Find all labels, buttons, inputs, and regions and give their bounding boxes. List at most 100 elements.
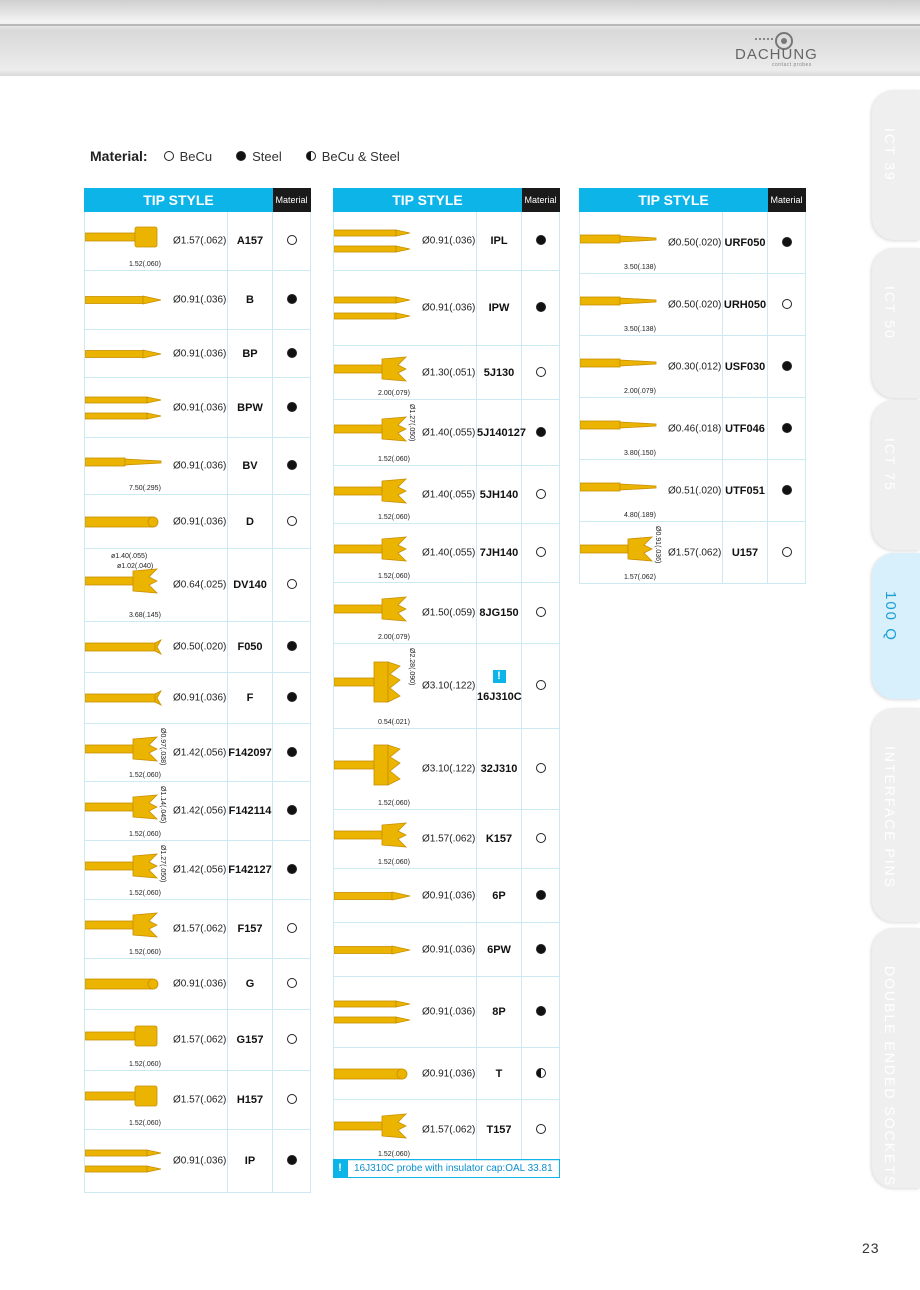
table-row: Ø0.91(.036) 7.50(.295) BV (84, 437, 312, 495)
open-circle-icon (535, 488, 546, 499)
tip-diameter: Ø1.57(.062) (422, 1124, 476, 1136)
tip-cell: Ø0.91(.036) (84, 672, 228, 724)
tip-diameter: Ø0.30(.012) (668, 361, 722, 372)
tab-100-q[interactable]: 100 Q (872, 553, 920, 699)
solid-circle-icon (286, 805, 297, 815)
material-cell (521, 582, 561, 644)
open-circle-icon (286, 1094, 297, 1104)
table-row: Ø1.40(.055) 1.52(.060) 5JH140 (333, 465, 561, 524)
tip-diameter: Ø0.50(.020) (668, 237, 722, 248)
tip-code: 6PW (475, 922, 523, 977)
tip-diameter: Ø1.40(.055) (422, 547, 476, 559)
tab-label: ICT 75 (882, 438, 898, 492)
tab-ict-39[interactable]: ICT 39 (872, 90, 920, 240)
tip-cell: Ø1.57(.062) 1.52(.060) (84, 211, 228, 271)
tip-code: B (226, 270, 274, 330)
tip-diameter: Ø0.91(.036) (173, 516, 227, 527)
probe-tip-drawing (334, 1068, 408, 1080)
dimension-label: 1.57(.062) (624, 574, 656, 581)
solid-circle-icon (286, 347, 297, 358)
legend-item-becu-steel: BeCu & Steel (305, 149, 400, 164)
tip-cell: Ø0.51(.020) 4.80(.189) (579, 459, 723, 522)
probe-tip-drawing (334, 891, 411, 901)
material-cell (272, 494, 312, 549)
probe-tip-drawing (85, 349, 162, 359)
solid-circle-icon (781, 422, 792, 433)
tab-interface-pins[interactable]: INTERFACE PINS (872, 708, 920, 922)
probe-tip-drawing (580, 536, 654, 562)
material-cell (521, 465, 561, 524)
open-circle-icon (286, 923, 297, 933)
solid-circle-icon (286, 746, 297, 757)
tip-code: 5J130 (475, 345, 523, 400)
tip-style-table-1: TIP STYLE Material Ø1.57(.062) 1.52(.060) A1… (83, 188, 312, 1193)
open-circle-icon (535, 1124, 546, 1134)
tip-diameter: Ø0.64(.025) (173, 579, 227, 591)
tip-diameter: Ø0.91(.036) (173, 1155, 227, 1167)
tip-code: DV140 (226, 548, 274, 622)
probe-tip-drawing (85, 396, 162, 420)
tip-code: BP (226, 329, 274, 378)
table-row: Ø0.91(.036) BP (84, 329, 312, 378)
solid-circle-icon (535, 889, 546, 900)
probe-tip-drawing (334, 1113, 408, 1139)
table-row: Ø1.40(.055) 1.52(.060) Ø1.27(.050) 5J140127 (333, 399, 561, 466)
table-row: Ø0.91(.036) 8P (333, 976, 561, 1048)
tip-diameter: Ø0.91(.036) (173, 402, 227, 413)
tip-diameter: Ø0.50(.020) (173, 641, 227, 653)
material-cell (521, 345, 561, 400)
tip-cell: Ø3.10(.122) 0.54(.021) Ø2.28(.090) (333, 643, 477, 729)
material-cell (521, 270, 561, 346)
dimension-label: Ø2.28(.090) (408, 648, 415, 686)
table-row: Ø0.91(.036) IPL (333, 211, 561, 271)
tip-style-header: TIP STYLE (578, 188, 769, 212)
tab-double-ended-sockets[interactable]: DOUBLE ENDED SOCKETS (872, 928, 920, 1188)
material-cell (521, 868, 561, 923)
dimension-label: 1.52(.060) (129, 1061, 161, 1068)
tip-cell: Ø1.40(.055) 1.52(.060) Ø1.27(.050) (333, 399, 477, 466)
header-bar: DACHUNG contact probes (0, 0, 920, 76)
tip-diameter: Ø1.57(.062) (668, 547, 722, 558)
solid-circle-icon (781, 360, 792, 371)
material-cell (272, 377, 312, 438)
insulator-cap-note: ! 16J310C probe with insulator cap:OAL 3… (333, 1159, 560, 1178)
table-row: Ø0.64(.025) ø1.40(.055) ø1.02(.040) 3.68(.1… (84, 548, 312, 622)
solid-circle-icon (535, 302, 546, 312)
open-circle-icon (286, 515, 297, 526)
dimension-label: 3.80(.150) (624, 450, 656, 457)
solid-circle-icon (286, 692, 297, 702)
probe-tip-drawing (580, 420, 657, 430)
probe-tip-drawing (85, 1025, 158, 1047)
table-row: Ø0.91(.036) 6P (333, 868, 561, 923)
table-row: Ø1.57(.062) 1.52(.060) K157 (333, 809, 561, 869)
probe-tip-drawing (85, 226, 158, 248)
tip-diameter: Ø0.51(.020) (668, 485, 722, 496)
solid-circle-icon (781, 236, 792, 247)
tip-code: F142097 (226, 723, 274, 782)
exclamation-icon: ! (333, 1159, 347, 1178)
half-circle-icon (305, 151, 316, 161)
tab-ict-75[interactable]: ICT 75 (872, 400, 920, 550)
tip-cell: Ø0.91(.036) (84, 958, 228, 1010)
tip-code: UTF046 (721, 397, 769, 460)
table-row: Ø0.91(.036) BPW (84, 377, 312, 438)
tip-diameter: Ø1.42(.056) (173, 747, 227, 758)
tip-cell: Ø0.64(.025) ø1.40(.055) ø1.02(.040) 3.68(.1… (84, 548, 228, 622)
open-circle-icon (535, 763, 546, 773)
material-cell (521, 922, 561, 977)
tip-code: USF030 (721, 335, 769, 398)
solid-circle-icon (286, 1155, 297, 1165)
dimension-label: 2.00(.079) (378, 634, 410, 641)
material-cell (272, 621, 312, 673)
tip-diameter: Ø0.91(.036) (422, 944, 476, 955)
tab-ict-50[interactable]: ICT 50 (872, 248, 920, 398)
material-cell (272, 1129, 312, 1193)
table-row: Ø0.91(.036) F (84, 672, 312, 724)
tip-cell: Ø1.42(.056) 1.52(.060) Ø1.27(.050) (84, 840, 228, 900)
solid-circle-icon (286, 641, 297, 651)
tip-style-table-2: TIP STYLE Material Ø0.91(.036) IPL Ø0.91(.03… (332, 188, 561, 1161)
table-row: Ø1.57(.062) 1.52(.060) G157 (84, 1009, 312, 1071)
open-circle-icon (286, 235, 297, 245)
table-row: Ø0.91(.036) G (84, 958, 312, 1010)
dimension-label: 1.52(.060) (129, 890, 161, 897)
